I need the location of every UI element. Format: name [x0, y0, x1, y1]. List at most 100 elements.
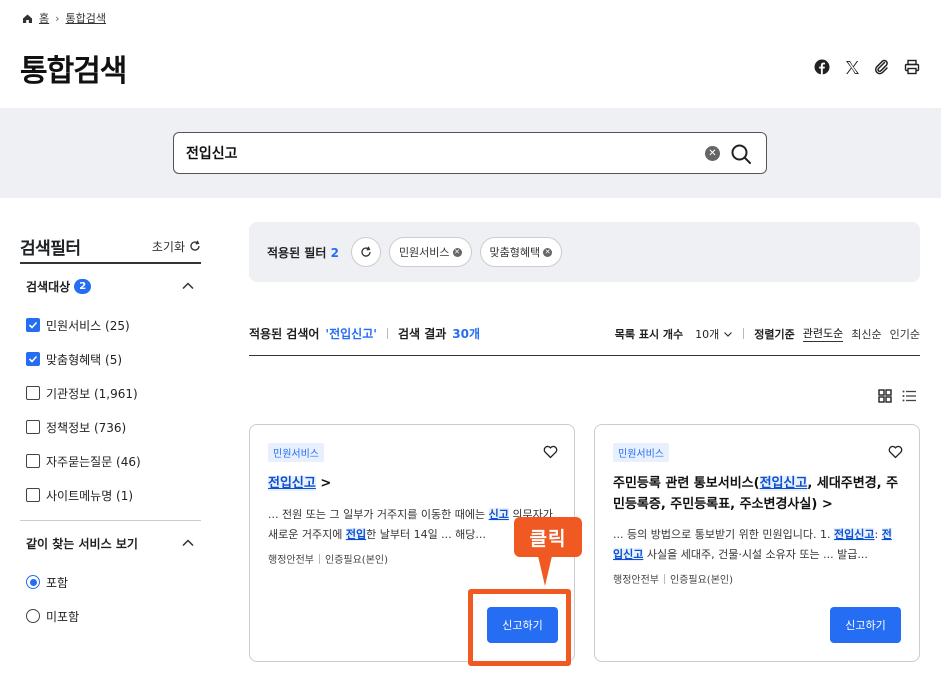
- auth-required: 인증필요(본인): [670, 575, 734, 586]
- related-radio-list: 포함 미포함: [20, 565, 201, 633]
- refresh-icon: [190, 240, 200, 251]
- checkbox-label: 민원서비스 (25): [46, 318, 130, 333]
- search-input[interactable]: [186, 142, 686, 164]
- list-count-select[interactable]: 10개: [695, 326, 733, 342]
- sort-option-popular[interactable]: 인기순: [890, 326, 920, 342]
- checkbox-item[interactable]: 자주묻는질문 (46): [26, 444, 195, 478]
- divider: [743, 328, 745, 339]
- home-icon[interactable]: [22, 13, 33, 24]
- category-tag: 민원서비스: [268, 443, 324, 462]
- list-controls: 목록 표시 개수 10개 정렬기준 관련도순 최신순 인기순: [615, 325, 920, 342]
- checkbox-label: 기관정보 (1,961): [46, 386, 138, 401]
- search-icon[interactable]: [730, 143, 752, 165]
- chevron-right-icon: >: [821, 497, 833, 512]
- radio-item[interactable]: 미포함: [26, 599, 195, 633]
- sort-option-latest[interactable]: 최신순: [851, 326, 881, 342]
- filter-chip[interactable]: 민원서비스 ✕: [388, 237, 472, 267]
- card-description: ... 등의 방법으로 통보받기 위한 민원입니다. 1. 전입신고: 전입신고…: [613, 525, 901, 565]
- page-title: 통합검색: [20, 54, 127, 89]
- breadcrumb: 홈 › 통합검색: [22, 10, 106, 26]
- checkbox-item[interactable]: 정책정보 (736): [26, 410, 195, 444]
- target-checklist: 민원서비스 (25) 맞춤형혜택 (5) 기관정보 (1,961) 정책정보 (…: [20, 308, 201, 512]
- sort-option-relevance[interactable]: 관련도순: [802, 325, 844, 342]
- sidebar-header: 검색필터 초기화: [20, 230, 201, 264]
- org-name: 행정안전부: [268, 555, 314, 566]
- checkbox-icon[interactable]: [26, 420, 40, 434]
- checkbox-item[interactable]: 사이트메뉴명 (1): [26, 478, 195, 512]
- search-box: ✕: [173, 132, 767, 174]
- desc-text: 사실을 세대주, 건물·시설 소유자 또는 ... 발급...: [643, 548, 868, 561]
- share-tools: [813, 58, 921, 76]
- divider: [319, 553, 320, 564]
- radio-item[interactable]: 포함: [26, 565, 195, 599]
- applied-filter-count: 2: [330, 245, 339, 260]
- checkbox-checked-icon[interactable]: [26, 318, 40, 332]
- checkbox-icon[interactable]: [26, 488, 40, 502]
- close-icon[interactable]: ✕: [452, 247, 462, 257]
- breadcrumb-current-link[interactable]: 통합검색: [66, 10, 106, 26]
- title-text: 주민등록 관련 통보서비스(: [613, 476, 760, 491]
- card-meta: 행정안전부 인증필요(본인): [613, 571, 733, 586]
- list-count-label: 목록 표시 개수: [614, 327, 684, 341]
- checkbox-label: 맞춤형혜택 (5): [46, 352, 123, 367]
- heart-icon[interactable]: [543, 445, 558, 459]
- checkbox-icon[interactable]: [26, 454, 40, 468]
- applied-filter-label: 적용된 필터 2: [267, 244, 339, 261]
- chevron-down-icon: [724, 331, 733, 337]
- reset-label: 초기화: [151, 239, 185, 254]
- keyword-label: 적용된 검색어: [249, 327, 320, 341]
- target-count-badge: 2: [74, 278, 92, 294]
- auth-required: 인증필요(본인): [325, 555, 389, 566]
- chevron-right-icon: >: [320, 476, 332, 491]
- checkbox-checked-icon[interactable]: [26, 352, 40, 366]
- desc-highlight: 전입신고: [834, 528, 875, 541]
- card-title-link[interactable]: 주민등록 관련 통보서비스(전입신고, 세대주변경, 주민등록증, 주민등록표,…: [613, 473, 901, 515]
- checkbox-item[interactable]: 기관정보 (1,961): [26, 376, 195, 410]
- click-highlight-box: [468, 589, 571, 666]
- sort-label: 정렬기준: [754, 327, 795, 341]
- result-count: 30개: [452, 327, 481, 341]
- related-section-header[interactable]: 같이 찾는 서비스 보기: [20, 521, 201, 565]
- clear-search-icon[interactable]: ✕: [705, 146, 720, 161]
- checkbox-item[interactable]: 맞춤형혜택 (5): [26, 342, 195, 376]
- category-tag: 민원서비스: [613, 443, 669, 462]
- print-icon[interactable]: [903, 58, 921, 76]
- checkbox-label: 자주묻는질문 (46): [46, 454, 141, 469]
- refresh-icon: [361, 246, 371, 257]
- target-section-title: 검색대상 2: [26, 278, 92, 295]
- close-icon[interactable]: ✕: [543, 247, 553, 257]
- card-meta: 행정안전부 인증필요(본인): [268, 551, 388, 566]
- applied-filter-text: 적용된 필터: [267, 245, 327, 260]
- list-view-icon[interactable]: [901, 388, 917, 404]
- radio-icon[interactable]: [26, 609, 40, 623]
- checkbox-item[interactable]: 민원서비스 (25): [26, 308, 195, 342]
- search-band: ✕: [0, 108, 941, 198]
- breadcrumb-home-link[interactable]: 홈: [39, 10, 49, 26]
- search-filter-sidebar: 검색필터 초기화 검색대상 2 민원서비스 (25) 맞춤형혜택 (5) 기관정…: [20, 230, 201, 633]
- card-title-link[interactable]: 전입신고 >: [268, 473, 556, 494]
- facebook-icon[interactable]: [813, 58, 831, 76]
- reset-filter-button[interactable]: 초기화: [152, 238, 201, 255]
- list-count-value: 10개: [695, 327, 720, 341]
- filter-chip[interactable]: 맞춤형혜택 ✕: [479, 237, 563, 267]
- target-section-header[interactable]: 검색대상 2: [20, 264, 201, 308]
- sidebar-title: 검색필터: [20, 238, 81, 259]
- filter-chip-label: 민원서비스: [398, 246, 450, 259]
- x-twitter-icon[interactable]: [843, 58, 861, 76]
- radio-label: 미포함: [46, 609, 80, 624]
- result-summary: 적용된 검색어 '전입신고' 검색 결과 30개: [249, 325, 615, 342]
- divider: [386, 328, 388, 339]
- desc-text: :: [874, 528, 882, 541]
- result-card: 민원서비스 주민등록 관련 통보서비스(전입신고, 세대주변경, 주민등록증, …: [594, 424, 920, 662]
- radio-selected-icon[interactable]: [26, 575, 40, 589]
- link-clip-icon[interactable]: [873, 58, 891, 76]
- report-button[interactable]: 신고하기: [830, 607, 901, 643]
- heart-icon[interactable]: [888, 445, 903, 459]
- view-toggle: [877, 388, 917, 404]
- checkbox-icon[interactable]: [26, 386, 40, 400]
- grid-view-icon[interactable]: [877, 388, 893, 404]
- filter-refresh-button[interactable]: [350, 237, 381, 267]
- desc-text: 한 날부터 14일 ... 해당...: [366, 528, 486, 541]
- chevron-up-icon[interactable]: [181, 279, 195, 293]
- chevron-up-icon[interactable]: [181, 536, 195, 550]
